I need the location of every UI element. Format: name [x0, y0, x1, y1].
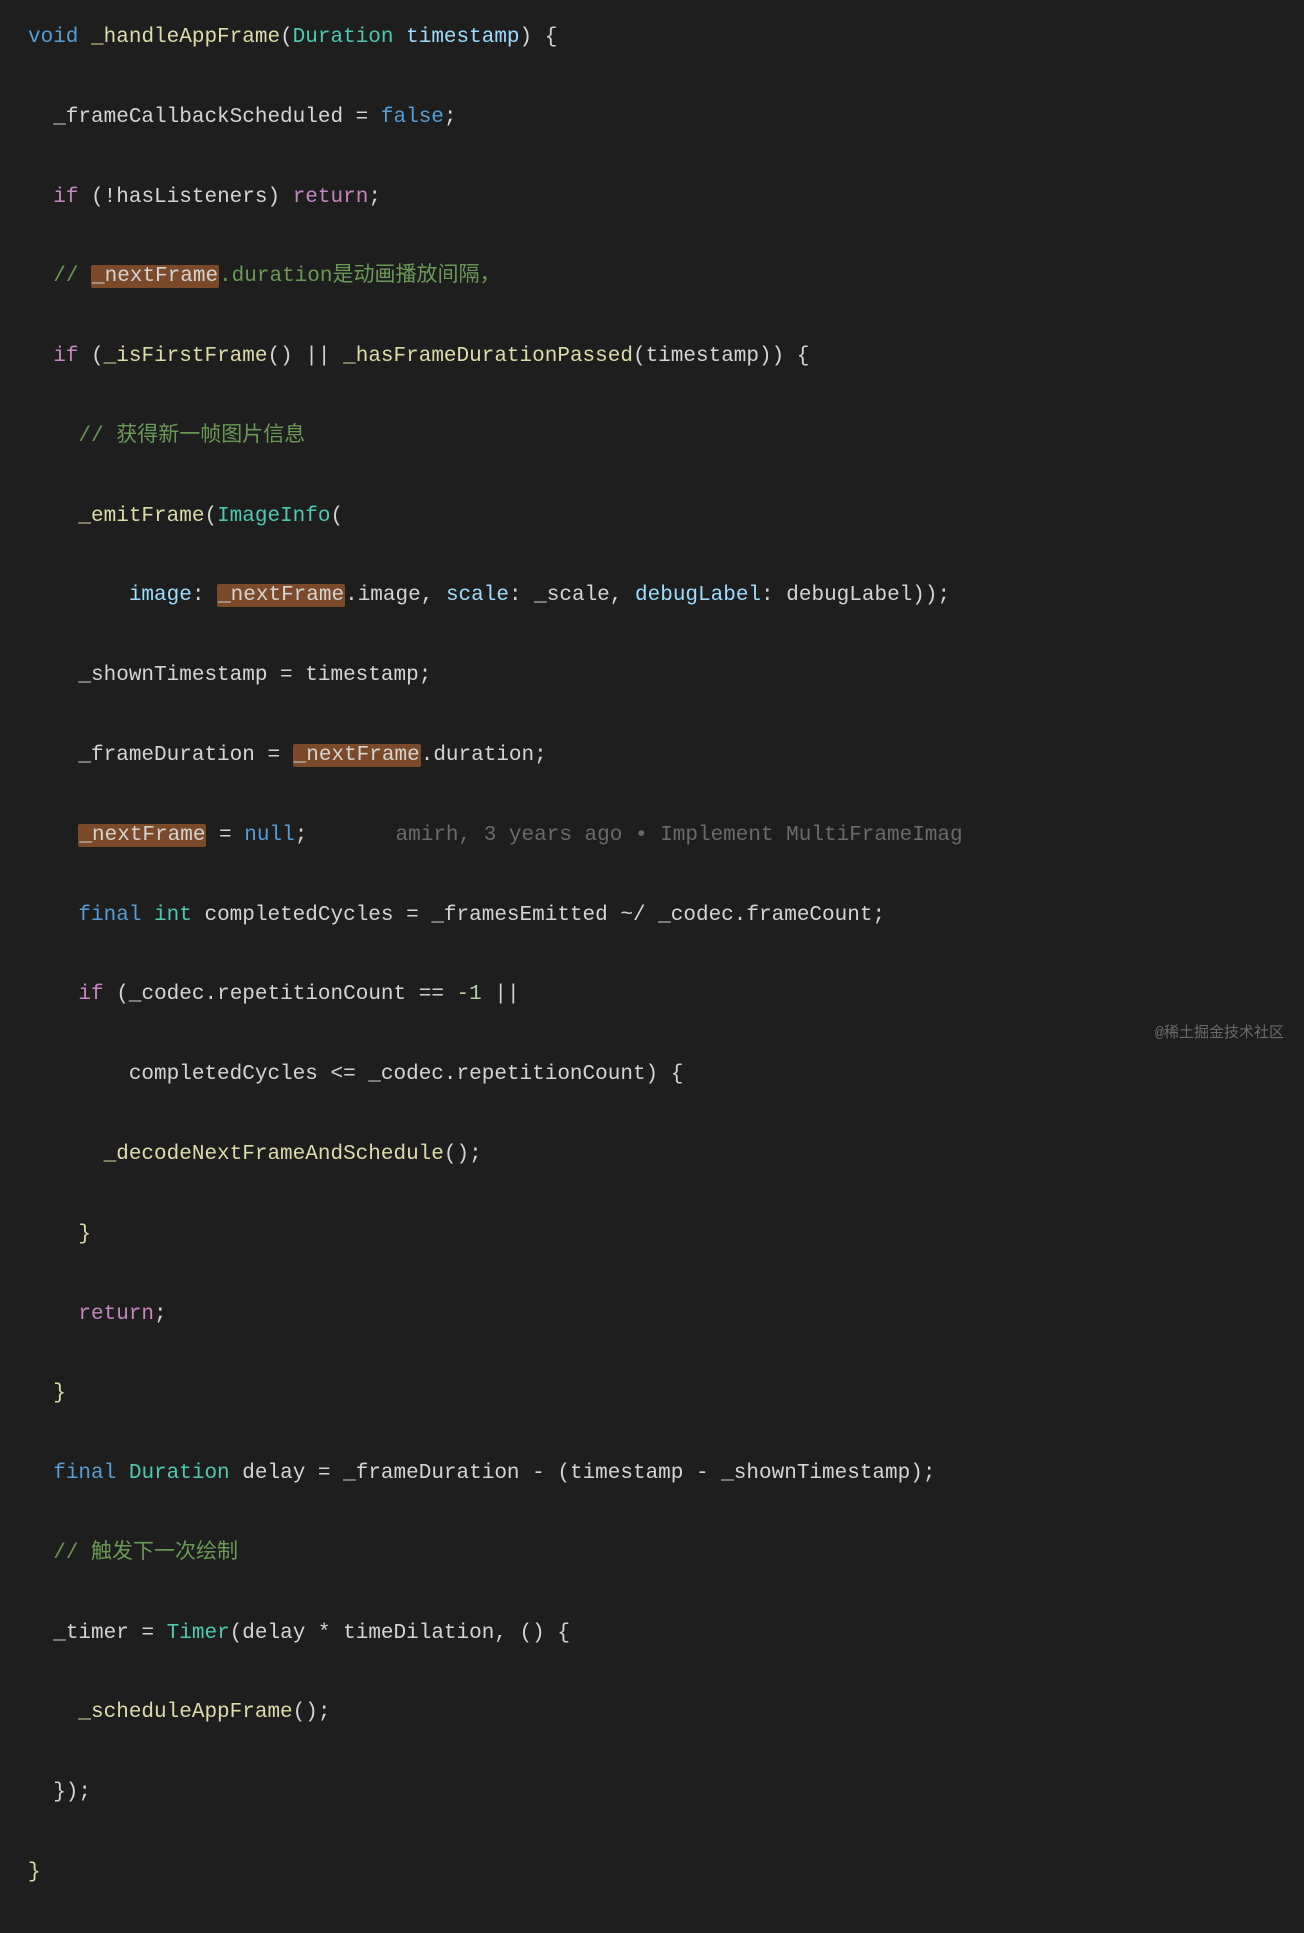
named-param: image: [129, 584, 192, 607]
comment-prefix: //: [53, 265, 91, 288]
property: duration: [433, 744, 534, 767]
comment-text: .duration是动画播放间隔，: [219, 265, 500, 288]
code-line: _frameDuration = _nextFrame.duration;: [28, 736, 1304, 776]
property: repetitionCount: [217, 983, 406, 1006]
variable: _timer: [53, 1622, 129, 1645]
keyword-if: if: [53, 345, 78, 368]
variable: _shownTimestamp: [721, 1462, 910, 1485]
code-line: if (!hasListeners) return;: [28, 178, 1304, 218]
variable: delay: [242, 1462, 305, 1485]
code-line: // 触发下一次绘制: [28, 1534, 1304, 1574]
variable: _frameDuration: [78, 744, 254, 767]
code-line: void _handleAppFrame(Duration timestamp)…: [28, 18, 1304, 58]
number-literal: -1: [457, 983, 482, 1006]
code-editor[interactable]: void _handleAppFrame(Duration timestamp)…: [28, 18, 1304, 1933]
code-line: return;: [28, 1295, 1304, 1335]
variable: timestamp: [305, 664, 418, 687]
highlight-nextframe: _nextFrame: [217, 584, 345, 607]
code-line: _timer = Timer(delay * timeDilation, () …: [28, 1614, 1304, 1654]
argument: timestamp: [646, 345, 759, 368]
highlight-nextframe: _nextFrame: [91, 265, 219, 288]
code-line: }: [28, 1853, 1304, 1893]
type-duration: Duration: [293, 26, 394, 49]
keyword-null: null: [244, 824, 294, 847]
type-imageinfo: ImageInfo: [217, 505, 330, 528]
keyword-final: final: [78, 904, 141, 927]
code-line: // _nextFrame.duration是动画播放间隔，: [28, 257, 1304, 297]
function-call: _scheduleAppFrame: [78, 1701, 292, 1724]
highlight-nextframe: _nextFrame: [293, 744, 421, 767]
named-param: debugLabel: [635, 584, 761, 607]
variable: _codec: [129, 983, 205, 1006]
argument: delay: [242, 1622, 305, 1645]
code-line: _decodeNextFrameAndSchedule();: [28, 1135, 1304, 1175]
function-call: _emitFrame: [78, 505, 204, 528]
keyword-final: final: [53, 1462, 116, 1485]
code-line: _scheduleAppFrame();: [28, 1693, 1304, 1733]
type-int: int: [154, 904, 192, 927]
variable: completedCycles: [204, 904, 393, 927]
variable: _frameCallbackScheduled: [53, 106, 343, 129]
variable: _framesEmitted: [431, 904, 607, 927]
function-call: _hasFrameDurationPassed: [343, 345, 633, 368]
variable: _scale: [534, 584, 610, 607]
code-line: image: _nextFrame.image, scale: _scale, …: [28, 576, 1304, 616]
type-duration: Duration: [129, 1462, 230, 1485]
comment-text: // 获得新一帧图片信息: [78, 425, 305, 448]
code-line: if (_codec.repetitionCount == -1 ||: [28, 975, 1304, 1015]
variable: hasListeners: [116, 186, 267, 209]
code-line: // 获得新一帧图片信息: [28, 417, 1304, 457]
code-line: if (_isFirstFrame() || _hasFrameDuration…: [28, 337, 1304, 377]
variable: completedCycles: [129, 1063, 318, 1086]
variable: debugLabel: [786, 584, 912, 607]
function-call: _isFirstFrame: [104, 345, 268, 368]
property: repetitionCount: [457, 1063, 646, 1086]
highlight-nextframe: _nextFrame: [78, 824, 206, 847]
git-blame-annotation: amirh, 3 years ago • Implement MultiFram…: [396, 824, 963, 847]
type-timer: Timer: [167, 1622, 230, 1645]
keyword-false: false: [381, 106, 444, 129]
code-line: _emitFrame(ImageInfo(: [28, 497, 1304, 537]
named-param: scale: [446, 584, 509, 607]
variable: _shownTimestamp: [78, 664, 267, 687]
code-line: }: [28, 1215, 1304, 1255]
code-line: }: [28, 1374, 1304, 1414]
code-line: _shownTimestamp = timestamp;: [28, 656, 1304, 696]
code-line: _nextFrame = null; amirh, 3 years ago • …: [28, 816, 1304, 856]
variable: _codec: [368, 1063, 444, 1086]
keyword-return: return: [78, 1303, 154, 1326]
code-line: final int completedCycles = _framesEmitt…: [28, 896, 1304, 936]
code-line: final Duration delay = _frameDuration - …: [28, 1454, 1304, 1494]
property: image: [358, 584, 421, 607]
code-line: });: [28, 1773, 1304, 1813]
property: frameCount: [746, 904, 872, 927]
variable: _frameDuration: [343, 1462, 519, 1485]
code-line: completedCycles <= _codec.repetitionCoun…: [28, 1055, 1304, 1095]
watermark-text: @稀土掘金技术社区: [1155, 1020, 1284, 1049]
keyword-void: void: [28, 26, 78, 49]
function-call: _decodeNextFrameAndSchedule: [104, 1143, 444, 1166]
keyword-if: if: [78, 983, 103, 1006]
param-timestamp: timestamp: [406, 26, 519, 49]
code-line: _frameCallbackScheduled = false;: [28, 98, 1304, 138]
variable: timestamp: [570, 1462, 683, 1485]
keyword-if: if: [53, 186, 78, 209]
function-name: _handleAppFrame: [91, 26, 280, 49]
comment-text: // 触发下一次绘制: [53, 1542, 238, 1565]
variable: _codec: [658, 904, 734, 927]
keyword-return: return: [293, 186, 369, 209]
argument: timeDilation: [343, 1622, 494, 1645]
